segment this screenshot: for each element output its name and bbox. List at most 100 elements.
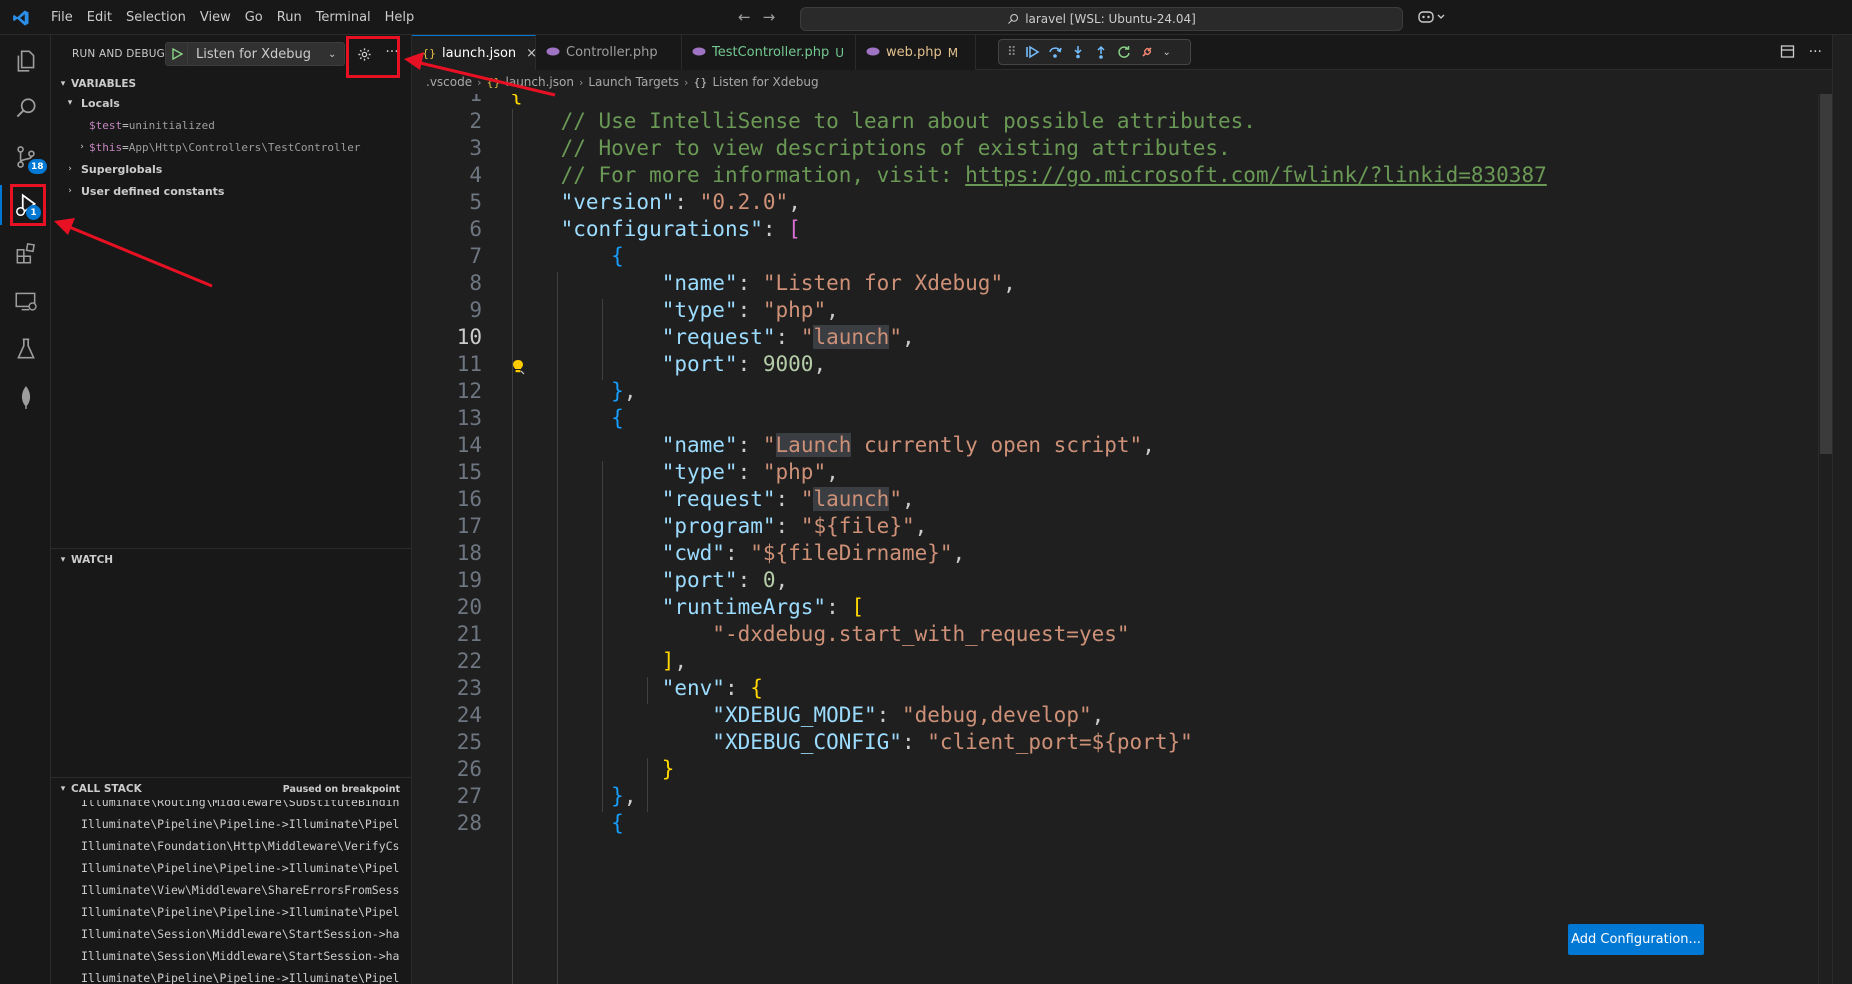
stack-frame[interactable]: Illuminate\Session\Middleware\StartSessi… bbox=[51, 945, 412, 967]
tab-label: TestController.php bbox=[712, 45, 830, 60]
breadcrumb-item[interactable]: launch.json bbox=[506, 75, 574, 89]
search-icon[interactable] bbox=[0, 85, 51, 133]
code-editor[interactable]: 1 2 3 4 5 6 7 8 9 10 11 12 13 14 15 16 1… bbox=[412, 94, 1812, 984]
menu-edit[interactable]: Edit bbox=[80, 10, 119, 25]
line-number: 3 bbox=[469, 136, 482, 160]
menu-go[interactable]: Go bbox=[238, 10, 270, 25]
disconnect-icon[interactable] bbox=[1140, 45, 1155, 59]
more-actions-icon[interactable]: ··· bbox=[1809, 44, 1822, 60]
continue-icon[interactable] bbox=[1025, 45, 1040, 59]
tab-web-php[interactable]: web.php M bbox=[856, 35, 976, 70]
stack-frame[interactable]: Illuminate\Pipeline\Pipeline->Illuminate… bbox=[51, 967, 412, 984]
variable-name: $this bbox=[89, 140, 123, 154]
remote-explorer-icon[interactable] bbox=[0, 277, 51, 325]
json-string: "-dxdebug.start_with_request=yes" bbox=[712, 622, 1130, 646]
split-editor-icon[interactable] bbox=[1780, 44, 1795, 59]
copilot-icon[interactable] bbox=[1418, 9, 1448, 29]
call-stack-status: Paused on breakpoint bbox=[282, 783, 400, 795]
json-file-icon: {} bbox=[486, 75, 501, 89]
line-number: 1 bbox=[469, 94, 482, 106]
watch-section-header[interactable]: ▾ WATCH bbox=[51, 549, 412, 571]
title-bar: File Edit Selection View Go Run Terminal… bbox=[0, 0, 1852, 35]
untracked-badge: U bbox=[835, 45, 845, 60]
scrollbar-thumb[interactable] bbox=[1820, 94, 1832, 454]
code-line: "type": "php", bbox=[661, 298, 839, 322]
restart-icon[interactable] bbox=[1117, 45, 1132, 59]
variable-row[interactable]: $test = uninitialized bbox=[51, 114, 412, 136]
line-number: 24 bbox=[456, 703, 482, 727]
chevron-right-icon: › bbox=[68, 186, 72, 196]
chevron-down-icon[interactable]: ⌄ bbox=[1163, 47, 1171, 58]
json-string: currently open script" bbox=[851, 433, 1143, 457]
line-number: 6 bbox=[469, 217, 482, 241]
code-line: "configurations": [ bbox=[560, 217, 801, 241]
tab-testcontroller-php[interactable]: TestController.php U bbox=[682, 35, 856, 70]
stack-frame[interactable]: Illuminate\Pipeline\Pipeline->Illuminate… bbox=[51, 901, 412, 923]
code-line: "runtimeArgs": [ bbox=[661, 595, 865, 619]
json-number: 0 bbox=[762, 568, 776, 592]
step-out-icon[interactable] bbox=[1094, 45, 1109, 59]
json-number: 9000 bbox=[762, 352, 814, 376]
code-line: "XDEBUG_MODE": "debug,develop", bbox=[712, 703, 1105, 727]
drag-handle-icon[interactable]: ⠿ bbox=[1007, 45, 1017, 60]
json-key: "XDEBUG_CONFIG" bbox=[712, 730, 902, 754]
line-number: 26 bbox=[456, 757, 482, 781]
vertical-scrollbar[interactable] bbox=[1818, 94, 1832, 984]
step-into-icon[interactable] bbox=[1071, 45, 1086, 59]
activity-bar: 18 1 bbox=[0, 35, 51, 984]
add-configuration-button[interactable]: Add Configuration... bbox=[1568, 924, 1704, 955]
source-control-icon[interactable]: 18 bbox=[0, 133, 51, 181]
code-line: }, bbox=[611, 379, 637, 403]
forward-arrow-icon[interactable]: → bbox=[763, 8, 776, 26]
menu-file[interactable]: File bbox=[44, 10, 80, 25]
stack-frame[interactable]: Illuminate\Session\Middleware\StartSessi… bbox=[51, 923, 412, 945]
json-string-highlight: Launch bbox=[775, 433, 852, 457]
explorer-icon[interactable] bbox=[0, 37, 51, 85]
stack-frame[interactable]: Illuminate\Routing\Middleware\Substitute… bbox=[51, 800, 412, 813]
variable-row[interactable]: › $this = App\Http\Controllers\TestContr… bbox=[51, 136, 412, 158]
testing-icon[interactable] bbox=[0, 325, 51, 373]
menu-run[interactable]: Run bbox=[270, 10, 309, 25]
code-line: "cwd": "${fileDirname}", bbox=[661, 541, 966, 565]
user-constants-scope[interactable]: › User defined constants bbox=[51, 180, 412, 202]
back-arrow-icon[interactable]: ← bbox=[738, 8, 751, 26]
menu-help[interactable]: Help bbox=[378, 10, 422, 25]
launch-config-select[interactable]: Listen for Xdebug ⌄ bbox=[165, 42, 345, 66]
code-line: { bbox=[611, 406, 624, 430]
json-key: "env" bbox=[661, 676, 725, 700]
tab-controller-php[interactable]: Controller.php bbox=[536, 35, 682, 70]
menu-selection[interactable]: Selection bbox=[119, 10, 193, 25]
locals-scope[interactable]: ▾ Locals bbox=[51, 92, 412, 114]
modified-badge: M bbox=[947, 45, 959, 60]
fwlink-url[interactable]: https://go.microsoft.com/fwlink/?linkid=… bbox=[965, 163, 1547, 187]
menu-bar: File Edit Selection View Go Run Terminal… bbox=[44, 0, 421, 35]
command-center[interactable]: laravel [WSL: Ubuntu-24.04] bbox=[800, 7, 1403, 31]
annotation-box-gear bbox=[346, 36, 400, 78]
tab-launch-json[interactable]: {} launch.json × bbox=[412, 35, 537, 70]
step-over-icon[interactable] bbox=[1048, 45, 1063, 59]
mongodb-leaf-icon[interactable] bbox=[0, 373, 51, 421]
call-stack-section-header[interactable]: ▾ CALL STACK Paused on breakpoint bbox=[51, 778, 412, 800]
stack-frame[interactable]: Illuminate\View\Middleware\ShareErrorsFr… bbox=[51, 879, 412, 901]
lightbulb-icon[interactable] bbox=[511, 359, 525, 375]
start-debugging-button[interactable] bbox=[166, 43, 188, 65]
tab-bar: {} launch.json × Controller.php TestCont… bbox=[412, 35, 1852, 70]
breadcrumb-item[interactable]: Launch Targets bbox=[588, 75, 679, 89]
stack-frame[interactable]: Illuminate\Pipeline\Pipeline->Illuminate… bbox=[51, 857, 412, 879]
json-string: "${fileDirname}" bbox=[750, 541, 953, 565]
breadcrumb-item[interactable]: Listen for Xdebug bbox=[712, 75, 818, 89]
line-number: 15 bbox=[456, 460, 482, 484]
code-line: "port": 0, bbox=[661, 568, 789, 592]
menu-view[interactable]: View bbox=[193, 10, 238, 25]
stack-frame[interactable]: Illuminate\Foundation\Http\Middleware\Ve… bbox=[51, 835, 412, 857]
breadcrumb-item[interactable]: .vscode bbox=[426, 75, 472, 89]
extensions-icon[interactable] bbox=[0, 229, 51, 277]
stack-frame[interactable]: Illuminate\Pipeline\Pipeline->Illuminate… bbox=[51, 813, 412, 835]
code-line: }, bbox=[611, 784, 637, 808]
code-line: "program": "${file}", bbox=[661, 514, 928, 538]
code-line: "env": { bbox=[661, 676, 763, 700]
editor-actions: ··· bbox=[1780, 44, 1822, 60]
superglobals-scope[interactable]: › Superglobals bbox=[51, 158, 412, 180]
menu-terminal[interactable]: Terminal bbox=[309, 10, 378, 25]
vscode-logo-icon bbox=[13, 10, 29, 26]
